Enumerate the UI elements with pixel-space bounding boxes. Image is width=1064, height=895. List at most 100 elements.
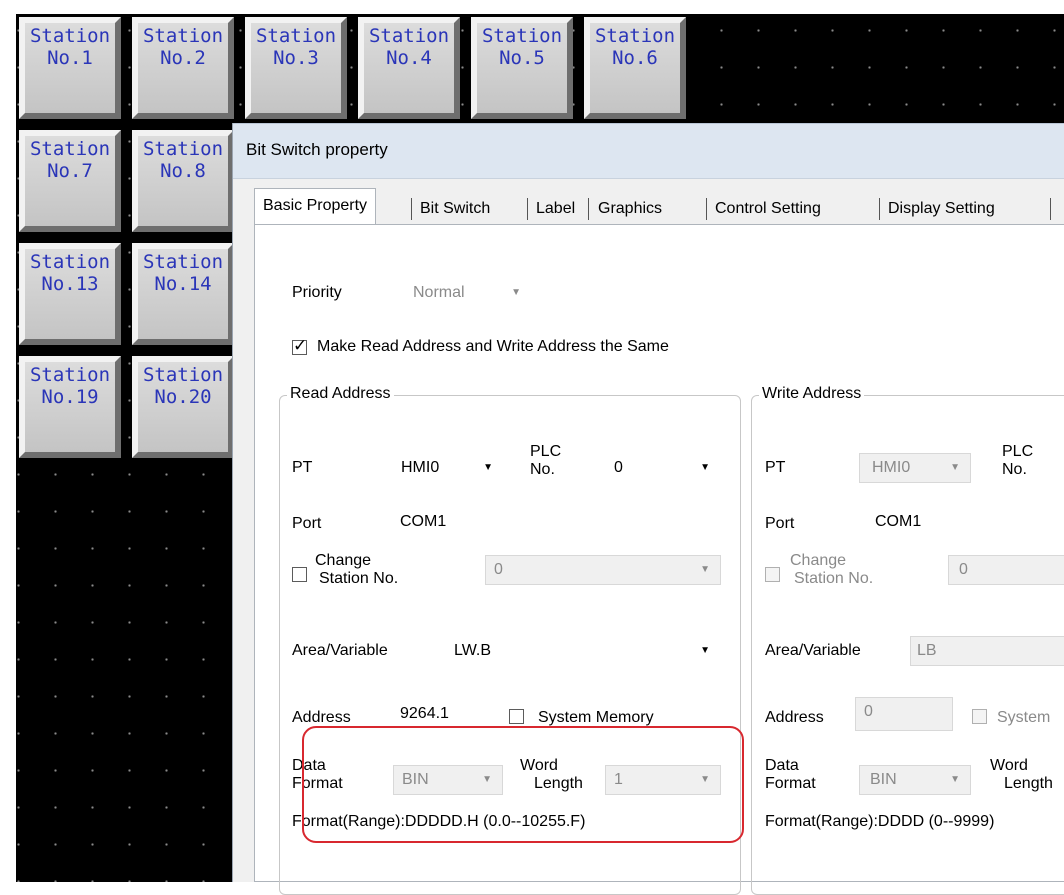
station-button-1[interactable]: Station No.1 bbox=[19, 17, 121, 119]
read-plc-label: PLC No. bbox=[530, 443, 562, 478]
station-button-19[interactable]: Station No.19 bbox=[19, 356, 121, 458]
write-address-label: Address bbox=[765, 709, 824, 726]
read-address-label: Address bbox=[292, 709, 351, 726]
station-number: No.5 bbox=[499, 47, 545, 69]
write-plc-label: PLC No. bbox=[1002, 443, 1034, 478]
write-pt-value: HMI0 bbox=[872, 459, 911, 476]
write-pt-select[interactable]: HMI0 ▼ bbox=[859, 453, 971, 483]
read-pt-value: HMI0 bbox=[401, 459, 440, 476]
same-address-label: Make Read Address and Write Address the … bbox=[317, 338, 669, 355]
read-area-value: LW.B bbox=[454, 642, 492, 659]
chevron-down-icon: ▼ bbox=[950, 462, 960, 473]
station-number: No.19 bbox=[41, 386, 99, 408]
station-label: Station bbox=[594, 25, 676, 47]
station-button-8[interactable]: Station No.8 bbox=[132, 130, 234, 232]
write-system-memory-label: System bbox=[997, 709, 1051, 726]
read-address-value: 9264.1 bbox=[400, 705, 449, 722]
station-label: Station bbox=[481, 25, 563, 47]
checkmark-icon: ✓ bbox=[293, 336, 308, 355]
chevron-down-icon: ▼ bbox=[483, 462, 493, 473]
station-number: No.7 bbox=[47, 160, 93, 182]
station-label: Station bbox=[142, 25, 224, 47]
tab-basic-property[interactable]: Basic Property bbox=[254, 188, 377, 224]
priority-select[interactable]: Normal ▼ bbox=[405, 279, 535, 309]
station-label: Station bbox=[142, 251, 224, 273]
write-port-value: COM1 bbox=[875, 513, 922, 530]
read-change-station-checkbox[interactable] bbox=[292, 567, 307, 582]
station-number: No.4 bbox=[386, 47, 432, 69]
read-area-select[interactable]: LW.B ▼ bbox=[445, 636, 721, 666]
write-data-format-select[interactable]: BIN ▼ bbox=[859, 765, 971, 795]
read-area-label: Area/Variable bbox=[292, 642, 388, 659]
read-address-title: Read Address bbox=[287, 385, 394, 403]
read-plc-value: 0 bbox=[614, 459, 623, 476]
screen: Station No.1 Station No.2 Station No.3 Stat… bbox=[0, 0, 1064, 895]
read-pt-select[interactable]: HMI0 ▼ bbox=[392, 453, 504, 483]
read-station-value: 0 bbox=[494, 561, 503, 578]
write-address-value: 0 bbox=[864, 703, 873, 720]
write-area-label: Area/Variable bbox=[765, 642, 861, 659]
station-button-4[interactable]: Station No.4 bbox=[358, 17, 460, 119]
station-number: No.3 bbox=[273, 47, 319, 69]
highlight-annotation bbox=[302, 726, 744, 843]
write-address-title: Write Address bbox=[759, 385, 865, 403]
station-label: Station bbox=[29, 25, 111, 47]
station-number: No.8 bbox=[160, 160, 206, 182]
station-button-6[interactable]: Station No.6 bbox=[584, 17, 686, 119]
tab-bit-switch[interactable]: Bit Switch bbox=[420, 194, 490, 224]
station-number: No.1 bbox=[47, 47, 93, 69]
station-label: Station bbox=[142, 138, 224, 160]
basic-property-panel: Priority Normal ▼ ✓ Make Read Address an… bbox=[254, 224, 1064, 895]
station-number: No.14 bbox=[154, 273, 212, 295]
write-station-value: 0 bbox=[959, 561, 968, 578]
station-number: No.13 bbox=[41, 273, 99, 295]
write-pt-label: PT bbox=[765, 459, 786, 476]
station-button-13[interactable]: Station No.13 bbox=[19, 243, 121, 345]
station-label: Station bbox=[142, 364, 224, 386]
station-label: Station bbox=[255, 25, 337, 47]
write-data-format-label: Data Format bbox=[765, 757, 816, 792]
write-area-select[interactable]: LB bbox=[910, 636, 1064, 666]
station-button-5[interactable]: Station No.5 bbox=[471, 17, 573, 119]
station-button-20[interactable]: Station No.20 bbox=[132, 356, 234, 458]
bit-switch-property-dialog: Bit Switch property Basic Property Bit S… bbox=[232, 123, 1064, 895]
write-format-range: Format(Range):DDDD (0--9999) bbox=[765, 813, 995, 830]
write-area-value: LB bbox=[917, 642, 937, 659]
station-button-3[interactable]: Station No.3 bbox=[245, 17, 347, 119]
station-number: No.20 bbox=[154, 386, 212, 408]
write-change-station-checkbox[interactable] bbox=[765, 567, 780, 582]
dialog-titlebar[interactable]: Bit Switch property bbox=[233, 123, 1064, 179]
write-word-length-label: Word Length bbox=[990, 757, 1053, 792]
station-label: Station bbox=[29, 364, 111, 386]
tab-control-setting[interactable]: Control Setting bbox=[715, 194, 821, 224]
read-plc-select[interactable]: 0 ▼ bbox=[605, 453, 721, 483]
station-label: Station bbox=[29, 138, 111, 160]
chevron-down-icon: ▼ bbox=[511, 287, 521, 298]
write-address-input[interactable]: 0 bbox=[855, 697, 953, 731]
read-system-memory-checkbox[interactable] bbox=[509, 709, 524, 724]
write-station-select[interactable]: 0 bbox=[948, 555, 1064, 585]
station-button-2[interactable]: Station No.2 bbox=[132, 17, 234, 119]
write-port-label: Port bbox=[765, 515, 795, 532]
tab-display-setting[interactable]: Display Setting bbox=[888, 194, 995, 224]
station-button-14[interactable]: Station No.14 bbox=[132, 243, 234, 345]
read-port-value: COM1 bbox=[400, 513, 447, 530]
read-station-select[interactable]: 0 ▼ bbox=[485, 555, 721, 585]
write-system-memory-checkbox[interactable] bbox=[972, 709, 987, 724]
station-button-7[interactable]: Station No.7 bbox=[19, 130, 121, 232]
read-change-station-label: Change Station No. bbox=[315, 552, 399, 587]
chevron-down-icon: ▼ bbox=[700, 462, 710, 473]
priority-value: Normal bbox=[413, 284, 465, 301]
tab-bar: Basic Property Bit Switch Label Graphics… bbox=[254, 180, 1064, 224]
write-change-station-label: Change Station No. bbox=[790, 552, 874, 587]
station-label: Station bbox=[368, 25, 450, 47]
station-label: Station bbox=[29, 251, 111, 273]
chevron-down-icon: ▼ bbox=[700, 564, 710, 575]
chevron-down-icon: ▼ bbox=[700, 645, 710, 656]
tab-graphics[interactable]: Graphics bbox=[598, 194, 662, 224]
write-data-format-value: BIN bbox=[870, 771, 897, 788]
same-address-checkbox[interactable]: ✓ bbox=[292, 336, 307, 355]
priority-label: Priority bbox=[292, 284, 342, 301]
read-pt-label: PT bbox=[292, 459, 313, 476]
tab-label[interactable]: Label bbox=[536, 194, 575, 224]
